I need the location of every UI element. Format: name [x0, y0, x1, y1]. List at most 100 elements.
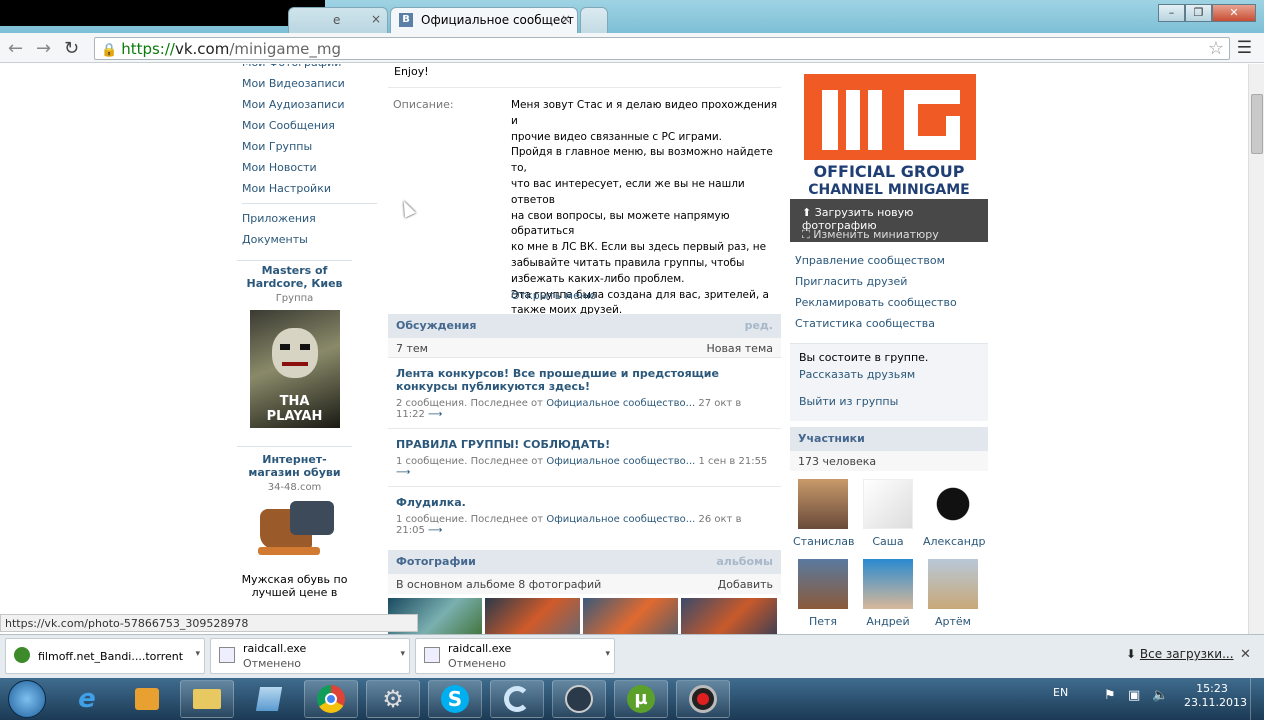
- nav-my-settings[interactable]: Мои Настройки: [242, 178, 382, 199]
- nav-my-news[interactable]: Мои Новости: [242, 157, 382, 178]
- edit-link[interactable]: ред.: [745, 319, 773, 332]
- bandicam-record-icon[interactable]: [676, 680, 730, 718]
- members-header[interactable]: Участники: [790, 427, 988, 451]
- dropdown-arrow-icon[interactable]: ▾: [400, 649, 405, 659]
- ad-title[interactable]: Masters of Hardcore, Киев: [237, 264, 352, 290]
- bookmark-star-icon[interactable]: ☆: [1208, 38, 1224, 59]
- lock-icon: 🔒: [101, 43, 118, 58]
- window-controls: – ❐ ✕: [1158, 4, 1256, 22]
- avatar[interactable]: [928, 559, 978, 609]
- explorer-icon[interactable]: [180, 680, 234, 718]
- start-button[interactable]: [8, 680, 46, 718]
- community-stats-link[interactable]: Статистика сообщества: [790, 313, 988, 334]
- member-item[interactable]: Саша: [858, 479, 918, 548]
- avatar[interactable]: [863, 479, 913, 529]
- advertise-community-link[interactable]: Рекламировать сообщество: [790, 292, 988, 313]
- invite-friends-link[interactable]: Пригласить друзей: [790, 271, 988, 292]
- ad-block-1[interactable]: Masters of Hardcore, Киев Группа THA PLA…: [237, 264, 352, 428]
- scrollbar-thumb[interactable]: [1251, 94, 1263, 154]
- download-item[interactable]: raidcall.exe Отменено ▾: [415, 638, 615, 674]
- all-downloads-link[interactable]: ⬇ Все загрузки...: [1126, 647, 1234, 661]
- albums-link[interactable]: альбомы: [716, 555, 773, 568]
- network-icon[interactable]: ▣: [1128, 688, 1140, 703]
- page-scrollbar[interactable]: [1248, 64, 1264, 634]
- group-avatar[interactable]: OFFICIAL GROUP CHANNEL MINIGAME ⬆ Загруз…: [790, 64, 988, 242]
- add-photo-link[interactable]: Добавить: [718, 578, 773, 591]
- topic-item[interactable]: Флудилка. 1 сообщение. Последнее от Офиц…: [388, 487, 781, 550]
- new-tab-button[interactable]: [580, 7, 608, 33]
- raidcall-icon[interactable]: [490, 680, 544, 718]
- photos-subheader: В основном альбоме 8 фотографий Добавить: [388, 574, 781, 594]
- nav-documents[interactable]: Документы: [242, 229, 382, 250]
- member-item[interactable]: Артём: [923, 559, 983, 628]
- topic-item[interactable]: Лента конкурсов! Все прошедшие и предсто…: [388, 358, 781, 429]
- close-tab-icon[interactable]: ×: [561, 12, 571, 26]
- arrow-right-icon[interactable]: ⟶: [396, 467, 410, 478]
- clock[interactable]: 15:23 23.11.2013: [1184, 682, 1247, 710]
- media-player-icon[interactable]: [120, 680, 174, 718]
- tab-2[interactable]: B Официальное сообщест ×: [390, 7, 578, 33]
- utorrent-icon[interactable]: µ: [614, 680, 668, 718]
- member-item[interactable]: Петя: [793, 559, 853, 628]
- restore-icon[interactable]: ❐: [1185, 4, 1212, 22]
- volume-icon[interactable]: 🔈: [1152, 688, 1168, 703]
- minimize-icon[interactable]: –: [1158, 4, 1185, 22]
- photo-thumb[interactable]: [583, 598, 678, 634]
- download-item[interactable]: raidcall.exe Отменено ▾: [210, 638, 410, 674]
- nav-apps[interactable]: Приложения: [242, 208, 382, 229]
- tell-friends-link[interactable]: Рассказать друзьям: [799, 368, 979, 381]
- manage-community-link[interactable]: Управление сообществом: [790, 250, 988, 271]
- vk-favicon-icon: B: [399, 13, 413, 27]
- photo-thumb[interactable]: [485, 598, 580, 634]
- arrow-right-icon[interactable]: ⟶: [428, 409, 442, 420]
- member-item[interactable]: Александр: [923, 479, 986, 548]
- leave-group-link[interactable]: Выйти из группы: [799, 395, 979, 408]
- action-center-icon[interactable]: ⚑: [1104, 688, 1116, 703]
- reload-icon[interactable]: ↻: [64, 38, 79, 59]
- language-indicator[interactable]: EN: [1053, 686, 1068, 699]
- dropdown-arrow-icon[interactable]: ▾: [605, 649, 610, 659]
- tab-1[interactable]: е ×: [288, 7, 388, 33]
- close-window-icon[interactable]: ✕: [1212, 4, 1256, 22]
- steam-icon[interactable]: [552, 680, 606, 718]
- avatar[interactable]: [863, 559, 913, 609]
- photos-header[interactable]: Фотографии альбомы: [388, 550, 781, 574]
- photo-thumb[interactable]: [681, 598, 777, 634]
- ad-block-2[interactable]: Интернет-магазин обуви 34-48.com Мужская…: [237, 453, 352, 601]
- skype-icon[interactable]: S: [428, 680, 482, 718]
- menu-icon[interactable]: ☰: [1237, 38, 1252, 58]
- download-item[interactable]: filmoff.net_Bandi....torrent ▾: [5, 638, 205, 674]
- chrome-icon[interactable]: [304, 680, 358, 718]
- nav-my-groups[interactable]: Мои Группы: [242, 136, 382, 157]
- topic-item[interactable]: ПРАВИЛА ГРУППЫ! СОБЛЮДАТЬ! 1 сообщение. …: [388, 429, 781, 487]
- dropdown-arrow-icon[interactable]: ▾: [195, 649, 200, 659]
- ad-title[interactable]: Интернет-магазин обуви: [237, 453, 352, 479]
- ad-image-joker[interactable]: THA PLAYAH: [249, 310, 340, 428]
- change-thumbnail-link[interactable]: ⛶ Изменить миниатюру: [802, 228, 939, 242]
- avatar[interactable]: [798, 559, 848, 609]
- ad-image-boots[interactable]: [250, 497, 340, 565]
- address-bar[interactable]: 🔒 https://vk.com/minigame_mg: [94, 37, 1230, 60]
- member-item[interactable]: Андрей: [858, 559, 918, 628]
- show-desktop-button[interactable]: [1250, 678, 1264, 720]
- new-topic-link[interactable]: Новая тема: [706, 342, 773, 355]
- nav-my-videos[interactable]: Мои Видеозаписи: [242, 73, 382, 94]
- avatar[interactable]: [798, 479, 848, 529]
- forward-icon[interactable]: →: [36, 38, 51, 59]
- app-icon[interactable]: [242, 680, 296, 718]
- nav-my-messages[interactable]: Мои Сообщения: [242, 115, 382, 136]
- close-downloads-icon[interactable]: ✕: [1240, 647, 1251, 662]
- avatar[interactable]: [928, 479, 978, 529]
- divider: [242, 203, 377, 204]
- member-item[interactable]: Станислав: [793, 479, 854, 548]
- description-line: избежать каких-либо проблем.: [511, 272, 685, 285]
- open-menu-link[interactable]: Открыть меню: [511, 289, 596, 302]
- arrow-right-icon[interactable]: ⟶: [428, 525, 442, 536]
- ie-icon[interactable]: e: [60, 680, 114, 718]
- discussions-header[interactable]: Обсуждения ред.: [388, 314, 781, 338]
- members-count: 173 человека: [790, 451, 988, 471]
- close-tab-icon[interactable]: ×: [371, 12, 381, 26]
- back-icon[interactable]: ←: [8, 38, 23, 59]
- settings-gear-icon[interactable]: ⚙: [366, 680, 420, 718]
- nav-my-audio[interactable]: Мои Аудиозаписи: [242, 94, 382, 115]
